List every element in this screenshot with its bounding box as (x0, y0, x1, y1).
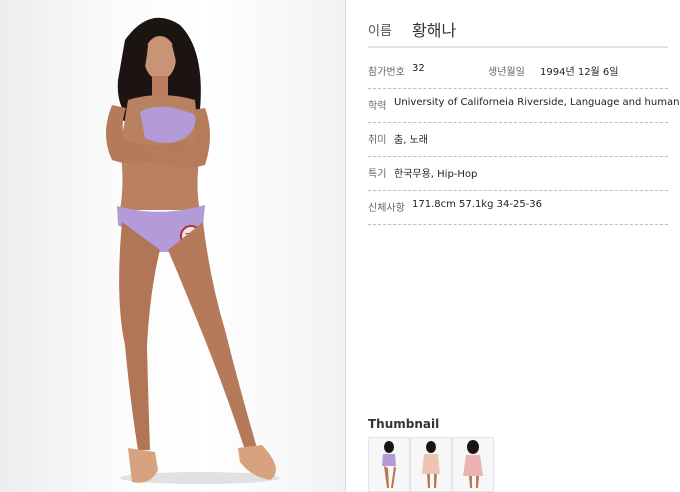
body-row: 신체사항 171.8cm 57.1kg 34-25-36 (368, 191, 668, 225)
body-value: 171.8cm 57.1kg 34-25-36 (412, 199, 543, 210)
skill-value: 한국무용, Hip-Hop (394, 169, 478, 180)
profile-info-panel: 이름 황해나 참가번호 32 생년월일 1994년 12월 6일 학력 Univ… (346, 0, 680, 492)
contestant-figure: 32 (106, 17, 280, 484)
skill-row: 특기 한국무용, Hip-Hop (368, 157, 668, 191)
birth-label: 생년월일 (488, 67, 525, 78)
education-value: University of Californeia Riverside, Lan… (394, 97, 680, 108)
education-row: 학력 University of Californeia Riverside, … (368, 89, 680, 123)
education-label: 학력 (368, 101, 387, 112)
contestant-name: 황해나 (412, 21, 457, 40)
thumbnail-title: Thumbnail (368, 417, 440, 431)
hobby-value: 춤, 노래 (394, 135, 428, 146)
thumbnail-2[interactable] (410, 437, 452, 492)
hobby-label: 취미 (368, 135, 387, 146)
thumbnail-3[interactable] (452, 437, 494, 492)
entry-no-label: 참가번호 (368, 67, 405, 78)
body-label: 신체사항 (368, 203, 405, 214)
entry-birth-row: 참가번호 32 생년월일 1994년 12월 6일 (368, 55, 668, 89)
entry-no-value: 32 (412, 63, 425, 74)
name-label: 이름 (368, 24, 392, 39)
birth-value: 1994년 12월 6일 (540, 67, 619, 78)
skill-label: 특기 (368, 169, 387, 180)
hobby-row: 취미 춤, 노래 (368, 123, 668, 157)
contestant-photo: 32 (0, 0, 345, 492)
name-row: 이름 황해나 (368, 18, 668, 48)
thumbnail-1[interactable] (368, 437, 410, 492)
